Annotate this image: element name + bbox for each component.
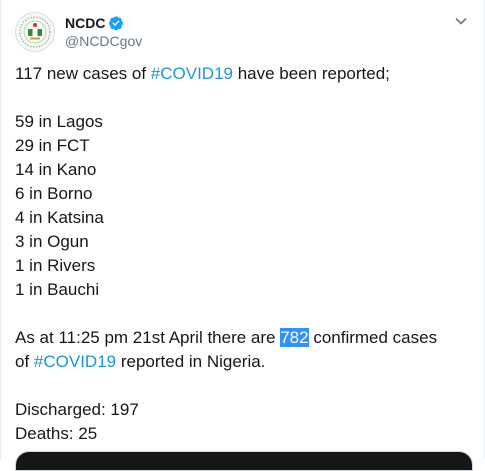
intro-text-after: have been reported; <box>232 64 390 83</box>
intro-line: 117 new cases of #COVID19 have been repo… <box>15 62 473 86</box>
summary-text-before: As at 11:25 pm 21st April there are <box>15 328 281 347</box>
tweet-card: NCDC @NCDCgov 117 new cases of #COVID19 … <box>0 0 485 471</box>
highlighted-total: 782 <box>280 328 309 347</box>
intro-text-before: 117 new cases of <box>15 64 151 83</box>
state-line: 59 in Lagos <box>15 112 103 131</box>
state-line: 3 in Ogun <box>15 232 89 251</box>
summary2-text-before: of <box>15 352 34 371</box>
summary-line: As at 11:25 pm 21st April there are 782 … <box>15 326 473 350</box>
display-name-row: NCDC <box>65 14 142 32</box>
deaths-line: Deaths: 25 <box>15 424 98 443</box>
handle[interactable]: @NCDCgov <box>65 32 142 50</box>
avatar[interactable] <box>15 12 55 52</box>
discharged-line: Discharged: 197 <box>15 400 139 419</box>
tweet-menu-button[interactable] <box>452 12 470 30</box>
hashtag-link[interactable]: #COVID19 <box>151 64 233 83</box>
state-line: 4 in Katsina <box>15 208 104 227</box>
state-line: 29 in FCT <box>15 136 90 155</box>
verified-badge-icon <box>109 16 124 31</box>
ncdc-logo-icon <box>17 14 53 50</box>
summary2-text-after: reported in Nigeria. <box>116 352 266 371</box>
state-line: 1 in Bauchi <box>15 280 100 299</box>
summary-line-2: of #COVID19 reported in Nigeria. <box>15 350 473 374</box>
chevron-down-icon <box>455 18 467 25</box>
tweet-media[interactable] <box>15 451 473 471</box>
state-line: 6 in Borno <box>15 184 93 203</box>
hashtag-link[interactable]: #COVID19 <box>34 352 116 371</box>
display-name[interactable]: NCDC <box>65 14 105 32</box>
summary-text-after: confirmed cases <box>308 328 438 347</box>
state-line: 1 in Rivers <box>15 256 96 275</box>
tweet-text: 117 new cases of #COVID19 have been repo… <box>15 62 473 446</box>
state-line: 14 in Kano <box>15 160 97 179</box>
author-names: NCDC @NCDCgov <box>65 14 142 50</box>
tweet-header: NCDC @NCDCgov <box>15 10 142 54</box>
